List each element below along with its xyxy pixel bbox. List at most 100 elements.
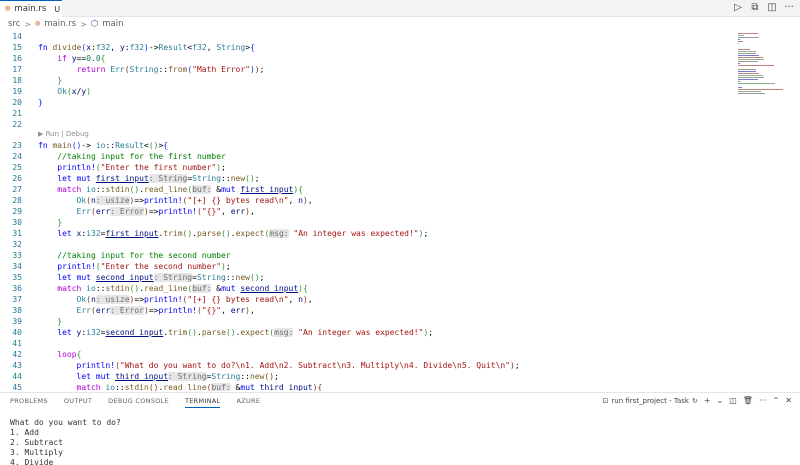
code-token: "[+] {} bytes read\n" xyxy=(187,295,289,304)
maximize-panel-icon[interactable]: ⌃ xyxy=(773,396,780,405)
code-line[interactable]: 35 let mut second_input: String=String::… xyxy=(0,272,730,283)
code-line[interactable]: 19 Ok(x/y) xyxy=(0,86,730,97)
code-line[interactable]: 32 xyxy=(0,239,730,250)
code-token: String xyxy=(211,372,241,381)
code-line[interactable]: 14 xyxy=(0,31,730,42)
code-line[interactable]: 42 loop{ xyxy=(0,349,730,360)
line-number: 14 xyxy=(12,32,22,41)
inlay-hint: : String xyxy=(153,273,193,282)
code-token: String xyxy=(129,65,159,74)
terminal-output[interactable]: What do you want to do? 1. Add 2. Subtract… xyxy=(10,418,121,465)
code-token: println! xyxy=(57,262,96,271)
tab-problems[interactable]: PROBLEMS xyxy=(10,397,48,408)
split-compare-icon[interactable]: ⧉ xyxy=(750,2,760,13)
codelens-run-debug[interactable]: ▶ Run | Debug xyxy=(38,130,89,138)
line-number: 43 xyxy=(12,361,22,370)
line-number: 19 xyxy=(12,87,22,96)
code-line[interactable]: 44 let mut third_input: String=String::n… xyxy=(0,371,730,382)
code-line[interactable]: 33 //taking input for the second number xyxy=(0,250,730,261)
tab-terminal[interactable]: TERMINAL xyxy=(185,397,221,408)
code-line[interactable]: 41 xyxy=(0,338,730,349)
breadcrumb-file[interactable]: main.rs xyxy=(44,19,76,29)
minimap-line xyxy=(738,89,783,90)
code-line[interactable]: 18 } xyxy=(0,75,730,86)
code-text: let mut third_input: String=String::new(… xyxy=(38,371,279,382)
add-terminal-icon[interactable]: + xyxy=(704,396,711,405)
code-line[interactable]: 22 xyxy=(0,119,730,130)
code-token: Err xyxy=(110,65,125,74)
split-terminal-icon[interactable]: ◫ xyxy=(729,396,737,405)
code-line[interactable]: 40 let y:i32=second_input.trim().parse()… xyxy=(0,327,730,338)
code-line[interactable]: 38 Err(err: Error)=>println!("{}", err), xyxy=(0,305,730,316)
line-number: 17 xyxy=(12,65,22,74)
code-line[interactable]: 26 let mut first_input: String=String::n… xyxy=(0,173,730,184)
code-token: loop xyxy=(57,350,77,359)
code-token: ; xyxy=(274,372,279,381)
vertical-scrollbar[interactable] xyxy=(792,31,800,391)
code-line[interactable]: 28 Ok(n: usize)=>println!("[+] {} bytes … xyxy=(0,195,730,206)
minimap-line xyxy=(738,41,743,42)
code-line[interactable]: 17 return Err(String::from("Math Error")… xyxy=(0,64,730,75)
code-line[interactable]: 27 match io::stdin().read_line(buf: &mut… xyxy=(0,184,730,195)
code-line[interactable]: 31 let x:i32=first_input.trim().parse().… xyxy=(0,228,730,239)
code-token: second_input xyxy=(240,284,299,293)
code-line[interactable]: 24 //taking input for the first number xyxy=(0,151,730,162)
tab-status-badge: U xyxy=(54,4,61,14)
code-line[interactable]: 23 fn main()-> io::Result<()>{ xyxy=(0,140,730,151)
tab-azure[interactable]: AZURE xyxy=(236,397,260,408)
line-number: 28 xyxy=(12,196,22,205)
code-line[interactable]: 25 println!("Enter the first number"); xyxy=(0,162,730,173)
minimap[interactable] xyxy=(736,31,792,101)
tab-main-rs[interactable]: ⊛ main.rs U xyxy=(0,0,62,17)
code-token: { xyxy=(317,383,323,391)
code-token: if xyxy=(57,54,72,63)
code-line[interactable]: 21 xyxy=(0,108,730,119)
code-line[interactable]: 15 fn divide(x:f32, y:f32)->Result<f32, S… xyxy=(0,42,730,53)
code-token: first_input xyxy=(95,174,149,183)
code-token: match xyxy=(57,185,87,194)
more-icon[interactable]: ··· xyxy=(784,2,794,13)
code-token: err xyxy=(95,306,111,315)
code-token: expect xyxy=(235,229,265,238)
code-line[interactable]: 43 println!("What do you want to do?\n1.… xyxy=(0,360,730,371)
code-text: println!("Enter the first number"); xyxy=(38,162,226,173)
code-token: io xyxy=(86,284,96,293)
tab-output[interactable]: OUTPUT xyxy=(64,397,92,408)
code-line[interactable]: 45 match io::stdin().read_line(buf: &mut… xyxy=(0,382,730,391)
tab-debug-console[interactable]: DEBUG CONSOLE xyxy=(108,397,169,408)
code-line[interactable]: 29 Err(err: Error)=>println!("{}", err), xyxy=(0,206,730,217)
chevron-down-icon[interactable]: ⌄ xyxy=(717,396,724,405)
trash-icon[interactable]: 🗑 xyxy=(743,396,753,405)
code-line[interactable]: 16 if y==0.0{ xyxy=(0,53,730,64)
code-token: expect xyxy=(240,328,270,337)
code-line[interactable]: 20} xyxy=(0,97,730,108)
code-line[interactable]: 37 Ok(n: usize)=>println!("[+] {} bytes … xyxy=(0,294,730,305)
code-token: io xyxy=(105,383,116,391)
code-editor[interactable]: 14 15 fn divide(x:f32, y:f32)->Result<f32,… xyxy=(0,31,800,391)
more-icon[interactable]: ··· xyxy=(759,396,767,405)
breadcrumb-folder[interactable]: src xyxy=(8,19,20,29)
code-line[interactable]: 30 } xyxy=(0,217,730,228)
code-line[interactable]: 39 } xyxy=(0,316,730,327)
code-token: { xyxy=(76,350,82,359)
code-token: "An integer was expected!" xyxy=(293,328,424,337)
code-token: let mut xyxy=(57,273,96,282)
close-panel-icon[interactable]: ✕ xyxy=(785,396,792,405)
code-token: } xyxy=(57,317,63,326)
code-token: new xyxy=(235,273,250,282)
code-line[interactable]: 36 match io::stdin().read_line(buf: &mut… xyxy=(0,283,730,294)
code-token: let xyxy=(57,328,77,337)
terminal-task-selector[interactable]: ⊡ run first_project - Task ↻ xyxy=(603,397,698,405)
code-token: String xyxy=(196,273,226,282)
code-line[interactable]: 34 println!("Enter the second number"); xyxy=(0,261,730,272)
breadcrumb-symbol[interactable]: main xyxy=(102,19,123,29)
code-token: , xyxy=(221,207,231,216)
minimap-line xyxy=(738,65,775,66)
run-icon[interactable]: ▷ xyxy=(733,2,743,13)
panel-tabs: PROBLEMS OUTPUT DEBUG CONSOLE TERMINAL A… xyxy=(10,397,260,408)
code-token: new xyxy=(249,372,265,381)
code-token: err xyxy=(230,306,246,315)
split-editor-icon[interactable]: ◫ xyxy=(767,2,777,13)
